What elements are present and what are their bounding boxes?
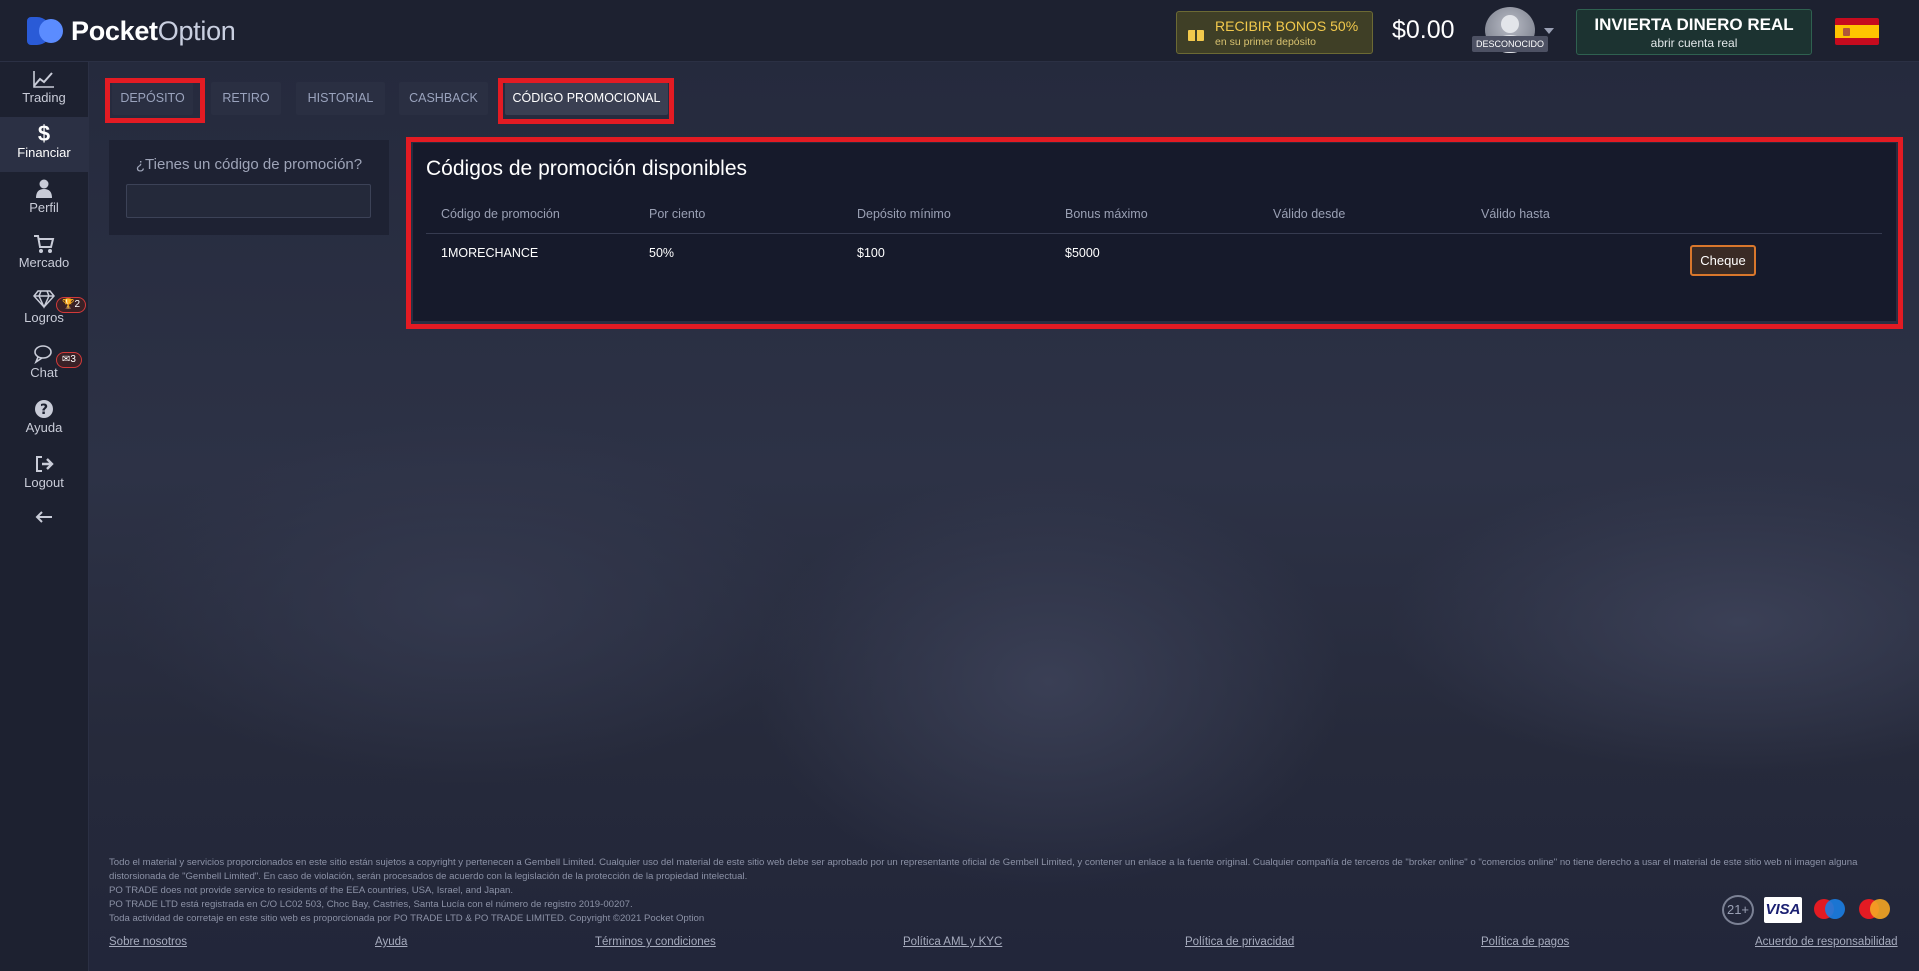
logo-icon <box>27 15 65 47</box>
footer-link-help[interactable]: Ayuda <box>375 936 407 948</box>
mastercard-logo-icon <box>1857 897 1891 923</box>
sidebar-item-label: Logout <box>24 475 64 490</box>
messages-badge: ✉3 <box>56 352 82 368</box>
cart-icon <box>0 227 88 253</box>
footer-link-aml-kyc[interactable]: Política AML y KYC <box>903 936 1002 948</box>
real-account-title: INVIERTA DINERO REAL <box>1594 15 1794 34</box>
sidebar-item-logros[interactable]: Logros 🏆2 <box>0 282 88 337</box>
brand-logo[interactable]: PocketOption <box>27 15 236 47</box>
question-icon: ? <box>0 392 88 418</box>
achievements-badge: 🏆2 <box>56 297 87 313</box>
sidebar-item-label: Financiar <box>17 145 71 160</box>
svg-text:?: ? <box>40 402 48 418</box>
tab-historial[interactable]: HISTORIAL <box>296 82 385 115</box>
footer-link-terms[interactable]: Términos y condiciones <box>595 936 716 948</box>
chevron-down-icon[interactable] <box>1544 28 1554 34</box>
column-header-code: Código de promoción <box>441 207 560 221</box>
sidebar-item-mercado[interactable]: Mercado <box>0 227 88 282</box>
bonus-subtitle: en su primer depósito <box>1215 35 1316 48</box>
trophy-icon: 🏆 <box>62 299 75 310</box>
brand-name-bold: Pocket <box>71 15 158 46</box>
cell-min-deposit: $100 <box>857 246 885 260</box>
dollar-icon: $ <box>37 121 51 146</box>
panel-title: Códigos de promoción disponibles <box>426 157 748 180</box>
cell-percent: 50% <box>649 246 675 260</box>
cell-max-bonus: $5000 <box>1065 246 1100 260</box>
footer-link-payments[interactable]: Política de pagos <box>1481 936 1569 948</box>
column-header-valid-to: Válido hasta <box>1481 207 1550 221</box>
user-status-badge: DESCONOCIDO <box>1472 36 1548 52</box>
footer-line: PO TRADE LTD está registrada en C/O LC02… <box>109 899 633 910</box>
user-icon <box>0 172 88 198</box>
collapse-arrow-icon[interactable] <box>0 502 88 532</box>
logout-icon <box>0 447 88 472</box>
sidebar-item-logout[interactable]: Logout <box>0 447 88 502</box>
cell-code: 1MORECHANCE <box>441 246 539 260</box>
table-divider <box>426 233 1882 234</box>
chart-line-icon <box>0 62 88 88</box>
check-button[interactable]: Cheque <box>1690 245 1756 276</box>
sidebar-item-ayuda[interactable]: ? Ayuda <box>0 392 88 447</box>
footer-link-liability[interactable]: Acuerdo de responsabilidad <box>1755 936 1898 948</box>
footer-line: PO TRADE does not provide service to res… <box>109 885 514 896</box>
sidebar-item-label: Ayuda <box>25 420 63 435</box>
column-header-valid-from: Válido desde <box>1273 207 1346 221</box>
top-header: PocketOption RECIBIR BONOS 50% en su pri… <box>0 0 1919 62</box>
maestro-logo-icon <box>1812 897 1846 923</box>
column-header-min-deposit: Depósito mínimo <box>857 207 951 221</box>
footer-link-privacy[interactable]: Política de privacidad <box>1185 936 1294 948</box>
sidebar-item-label: Perfil <box>29 200 59 215</box>
sidebar-item-label: Trading <box>22 90 66 105</box>
promo-code-input[interactable] <box>126 184 371 218</box>
column-header-max-bonus: Bonus máximo <box>1065 207 1148 221</box>
legal-disclaimer: Todo el material y servicios proporciona… <box>109 856 1899 926</box>
footer-line: Toda actividad de corretaje en este siti… <box>109 913 705 924</box>
highlight-box-deposito <box>105 78 205 123</box>
sidebar-item-trading[interactable]: Trading <box>0 62 88 117</box>
real-account-subtitle: abrir cuenta real <box>1650 36 1738 50</box>
get-bonus-button[interactable]: RECIBIR BONOS 50% en su primer depósito <box>1176 11 1373 54</box>
tab-retiro[interactable]: RETIRO <box>211 82 281 115</box>
account-balance: $0.00 <box>1392 16 1455 44</box>
sidebar-item-label: Mercado <box>18 255 70 270</box>
tab-cashback[interactable]: CASHBACK <box>399 82 488 115</box>
visa-logo-icon: VISA <box>1764 897 1802 923</box>
gift-icon <box>1187 25 1205 41</box>
real-account-button[interactable]: INVIERTA DINERO REAL abrir cuenta real <box>1576 9 1812 55</box>
spain-flag-icon[interactable] <box>1835 18 1879 45</box>
brand-name-light: Option <box>157 15 236 46</box>
sidebar-item-chat[interactable]: Chat ✉3 <box>0 337 88 392</box>
promo-question: ¿Tienes un código de promoción? <box>135 156 363 173</box>
promo-code-form: ¿Tienes un código de promoción? <box>109 140 389 235</box>
sidebar: Trading $ Financiar Perfil Mercado Logro… <box>0 62 89 971</box>
sidebar-item-perfil[interactable]: Perfil <box>0 172 88 227</box>
footer-line: Todo el material y servicios proporciona… <box>109 857 1858 882</box>
footer-link-about[interactable]: Sobre nosotros <box>109 936 187 948</box>
available-promo-codes-panel: Códigos de promoción disponibles Código … <box>413 143 1896 321</box>
bonus-title: RECIBIR BONOS 50% <box>1215 17 1359 34</box>
sidebar-item-financiar[interactable]: $ Financiar <box>0 117 88 172</box>
age-restriction-badge: 21+ <box>1722 895 1754 925</box>
highlight-box-promo-tab <box>498 78 674 124</box>
column-header-percent: Por ciento <box>649 207 706 221</box>
